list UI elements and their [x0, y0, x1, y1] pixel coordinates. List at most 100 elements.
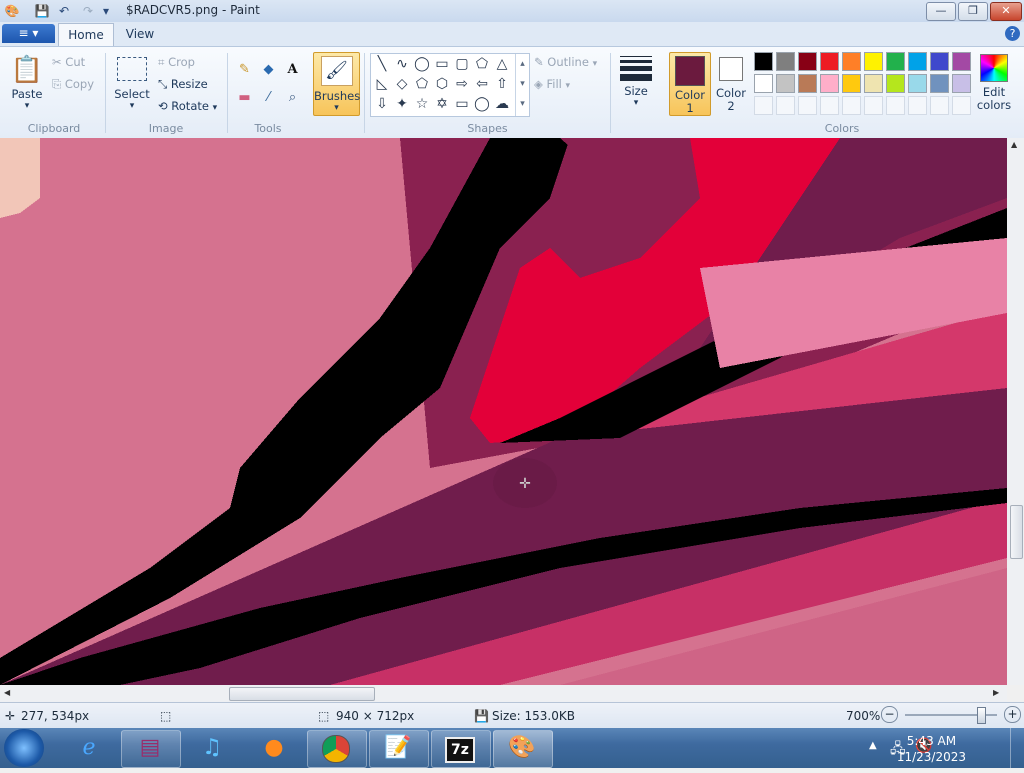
paste-button[interactable]: 📋 Paste ▾ — [8, 53, 46, 111]
five-point-star-shape-icon[interactable]: ☆ — [413, 95, 431, 113]
zoom-in-button[interactable]: + — [1004, 706, 1021, 723]
redo-icon[interactable]: ↷ — [80, 3, 96, 19]
scroll-right-icon[interactable]: ▶ — [993, 688, 999, 697]
select-button[interactable]: Select ▾ — [112, 53, 152, 113]
palette-swatch[interactable] — [908, 74, 927, 93]
color1-button[interactable]: Color 1 — [669, 52, 711, 116]
palette-swatch[interactable] — [930, 52, 949, 71]
magnifier-icon[interactable]: ⌕ — [281, 87, 304, 108]
color-picker-icon[interactable]: ⁄ — [257, 87, 280, 108]
palette-swatch[interactable] — [820, 52, 839, 71]
four-point-star-shape-icon[interactable]: ✦ — [393, 95, 411, 113]
rectangle-shape-icon[interactable]: ▭ — [433, 55, 451, 73]
text-tool-icon[interactable]: A — [281, 59, 304, 80]
start-orb-icon[interactable] — [4, 729, 44, 767]
callout-oval-shape-icon[interactable]: ◯ — [473, 95, 491, 113]
palette-empty-slot[interactable] — [952, 96, 971, 115]
internet-explorer-icon[interactable]: ℯ — [60, 732, 118, 764]
minimize-button[interactable]: — — [926, 2, 956, 21]
palette-empty-slot[interactable] — [930, 96, 949, 115]
fill-button[interactable]: ◈ Fill ▾ — [534, 77, 570, 91]
palette-empty-slot[interactable] — [798, 96, 817, 115]
show-desktop-button[interactable] — [1010, 728, 1024, 768]
down-arrow-shape-icon[interactable]: ⇩ — [373, 95, 391, 113]
palette-empty-slot[interactable] — [908, 96, 927, 115]
vertical-scrollbar[interactable]: ▲ — [1007, 138, 1024, 685]
copy-button[interactable]: ⎘ Copy — [52, 77, 94, 92]
resize-button[interactable]: ⤡ Resize — [158, 77, 208, 92]
show-hidden-icons-icon[interactable]: ▲ — [869, 740, 877, 751]
palette-swatch[interactable] — [842, 74, 861, 93]
palette-swatch[interactable] — [798, 74, 817, 93]
pentagon-shape-icon[interactable]: ⬠ — [413, 75, 431, 93]
palette-swatch[interactable] — [886, 74, 905, 93]
fill-bucket-icon[interactable]: ◆ — [257, 59, 280, 80]
drawing-canvas[interactable]: ✛ — [0, 138, 1007, 685]
six-point-star-shape-icon[interactable]: ✡ — [433, 95, 451, 113]
left-arrow-shape-icon[interactable]: ⇦ — [473, 75, 491, 93]
file-menu-button[interactable]: ≡ ▾ — [2, 24, 55, 43]
shapes-scroll-icon[interactable]: ▴ ▾ ▾ — [515, 54, 529, 116]
palette-swatch[interactable] — [908, 52, 927, 71]
palette-swatch[interactable] — [930, 74, 949, 93]
palette-swatch[interactable] — [952, 74, 971, 93]
cut-button[interactable]: ✂ Cut — [52, 55, 85, 69]
palette-swatch[interactable] — [776, 52, 795, 71]
hexagon-shape-icon[interactable]: ⬡ — [433, 75, 451, 93]
up-arrow-shape-icon[interactable]: ⇧ — [493, 75, 511, 93]
triangle-shape-icon[interactable]: △ — [493, 55, 511, 73]
system-clock[interactable]: 5:43 AM 11/23/2023 — [897, 733, 966, 765]
right-triangle-shape-icon[interactable]: ◺ — [373, 75, 391, 93]
callout-rect-shape-icon[interactable]: ▭ — [453, 95, 471, 113]
tab-home[interactable]: Home — [58, 23, 114, 46]
brushes-button[interactable]: 🖌 Brushes ▾ — [313, 52, 360, 116]
scroll-left-icon[interactable]: ◀ — [4, 688, 10, 697]
oval-shape-icon[interactable]: ◯ — [413, 55, 431, 73]
palette-swatch[interactable] — [886, 52, 905, 71]
right-arrow-shape-icon[interactable]: ⇨ — [453, 75, 471, 93]
tab-view[interactable]: View — [118, 23, 162, 45]
palette-empty-slot[interactable] — [886, 96, 905, 115]
firefox-icon[interactable]: ● — [245, 732, 303, 764]
itunes-icon[interactable]: ♫ — [183, 732, 241, 764]
rounded-rectangle-shape-icon[interactable]: ▢ — [453, 55, 471, 73]
pencil-icon[interactable]: ✎ — [233, 59, 256, 80]
edit-colors-button[interactable]: Edit colors — [976, 52, 1012, 114]
help-icon[interactable]: ? — [1005, 26, 1020, 41]
outline-button[interactable]: ✎ Outline ▾ — [534, 55, 597, 69]
palette-swatch[interactable] — [754, 52, 773, 71]
save-icon[interactable]: 💾 — [34, 3, 50, 19]
shapes-gallery[interactable]: ╲ ∿ ◯ ▭ ▢ ⬠ △ ◺ ◇ ⬠ ⬡ ⇨ ⇦ ⇧ ⇩ ✦ ☆ ✡ ▭ ◯ … — [370, 53, 530, 117]
palette-empty-slot[interactable] — [842, 96, 861, 115]
size-button[interactable]: Size ▾ — [617, 53, 655, 115]
palette-swatch[interactable] — [820, 74, 839, 93]
palette-swatch[interactable] — [864, 74, 883, 93]
zoom-slider-thumb[interactable] — [977, 707, 986, 724]
palette-swatch[interactable] — [798, 52, 817, 71]
palette-empty-slot[interactable] — [776, 96, 795, 115]
polygon-shape-icon[interactable]: ⬠ — [473, 55, 491, 73]
horizontal-scrollbar[interactable]: ◀ ▶ — [0, 685, 1007, 702]
palette-swatch[interactable] — [864, 52, 883, 71]
palette-swatch[interactable] — [776, 74, 795, 93]
color2-button[interactable]: Color 2 — [713, 52, 749, 114]
scroll-up-icon[interactable]: ▲ — [1011, 140, 1017, 149]
vertical-scroll-thumb[interactable] — [1010, 505, 1023, 559]
palette-empty-slot[interactable] — [820, 96, 839, 115]
customize-quick-access-icon[interactable]: ▾ — [98, 3, 114, 19]
palette-swatch[interactable] — [952, 52, 971, 71]
paint-app-icon[interactable]: 🎨 — [4, 3, 20, 19]
maximize-button[interactable]: ❐ — [958, 2, 988, 21]
zoom-out-button[interactable]: − — [881, 706, 898, 723]
palette-empty-slot[interactable] — [754, 96, 773, 115]
palette-swatch[interactable] — [754, 74, 773, 93]
diamond-shape-icon[interactable]: ◇ — [393, 75, 411, 93]
curve-shape-icon[interactable]: ∿ — [393, 55, 411, 73]
palette-swatch[interactable] — [842, 52, 861, 71]
palette-empty-slot[interactable] — [864, 96, 883, 115]
horizontal-scroll-thumb[interactable] — [229, 687, 375, 701]
crop-button[interactable]: ⌗ Crop — [158, 55, 195, 70]
rotate-button[interactable]: ⟲ Rotate ▾ — [158, 99, 217, 113]
eraser-icon[interactable]: ▬ — [233, 87, 256, 108]
line-shape-icon[interactable]: ╲ — [373, 55, 391, 73]
